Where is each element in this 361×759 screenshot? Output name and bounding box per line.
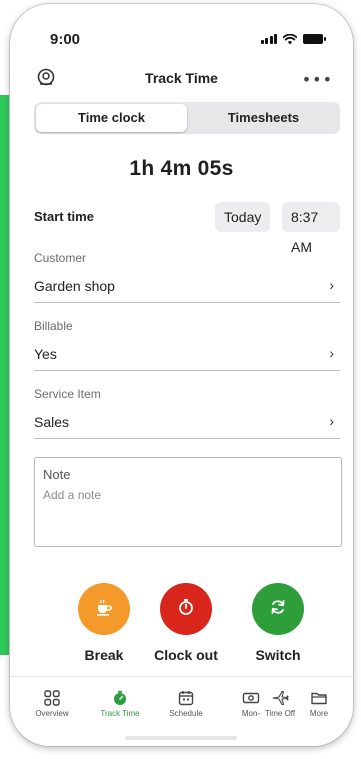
phone-frame: 9:00 Track Time ••• Time clock Timesheet… (10, 4, 353, 746)
tab-schedule-label: Schedule (169, 709, 203, 718)
service-item-field[interactable]: Service Item Sales › (34, 387, 340, 439)
start-time-row: Start time Today 8:37 AM (34, 200, 340, 255)
more-options-button[interactable]: ••• (302, 70, 333, 89)
tab-overview-label: Overview (35, 709, 69, 718)
chevron-right-icon: › (329, 413, 334, 429)
break-button-circle[interactable] (78, 583, 130, 635)
tab-time-off[interactable]: Time Off (262, 687, 298, 718)
service-item-value: Sales (34, 414, 70, 430)
status-time: 9:00 (50, 31, 81, 48)
battery-icon (303, 34, 326, 44)
tab-schedule[interactable]: Schedule (160, 687, 212, 718)
clock-out-button-circle[interactable] (160, 583, 212, 635)
service-item-select[interactable]: Sales › (34, 410, 340, 439)
elapsed-timer: 1h 4m 05s (129, 157, 234, 180)
tab-time-off-label: Time Off (264, 709, 296, 718)
coffee-icon (94, 597, 114, 622)
home-indicator (125, 736, 237, 740)
customer-value: Garden shop (34, 278, 115, 294)
chevron-right-icon: › (329, 345, 334, 361)
billable-value: Yes (34, 346, 57, 362)
customer-label: Customer (34, 251, 87, 265)
tab-more[interactable]: More (300, 687, 338, 718)
note-box: Note (34, 457, 342, 547)
clock-out-label: Clock out (154, 647, 218, 663)
tab-time-clock[interactable]: Time clock (36, 104, 187, 132)
cellular-signal-icon (260, 34, 277, 44)
status-icons (260, 33, 326, 45)
switch-arrows-icon (268, 597, 288, 622)
note-label: Note (43, 467, 71, 482)
calendar-icon (160, 687, 212, 709)
status-bar: 9:00 (10, 4, 353, 64)
switch-button[interactable]: Switch (240, 583, 316, 663)
stopwatch-icon (176, 597, 196, 622)
tab-overview[interactable]: Overview (26, 687, 78, 718)
note-input[interactable] (43, 486, 323, 504)
tab-track-time-label: Track Time (100, 709, 140, 718)
tab-timesheets[interactable]: Timesheets (189, 104, 338, 132)
app-header: Track Time ••• (10, 64, 353, 94)
break-label: Break (84, 647, 124, 663)
folder-icon (300, 687, 338, 709)
billable-field[interactable]: Billable Yes › (34, 319, 340, 371)
billable-label: Billable (34, 319, 73, 333)
tab-track-time[interactable]: Track Time (90, 687, 150, 718)
switch-label: Switch (255, 647, 301, 663)
start-date-picker[interactable]: Today (215, 202, 271, 232)
wifi-icon (283, 33, 297, 45)
tab-more-label: More (309, 709, 329, 718)
airplane-icon (262, 687, 298, 709)
chevron-right-icon: › (329, 277, 334, 293)
view-segmented-control: Time clock Timesheets (34, 102, 340, 134)
grid-icon (26, 687, 78, 709)
break-button[interactable]: Break (66, 583, 142, 663)
switch-button-circle[interactable] (252, 583, 304, 635)
billable-select[interactable]: Yes › (34, 342, 340, 371)
start-time-label: Start time (34, 209, 94, 224)
customer-field[interactable]: Customer Garden shop › (34, 251, 340, 303)
service-item-label: Service Item (34, 387, 101, 401)
stopwatch-icon (90, 687, 150, 709)
clock-out-button[interactable]: Clock out (148, 583, 224, 663)
start-time-picker[interactable]: 8:37 AM (282, 202, 340, 255)
bottom-tab-bar: Overview Track Time Schedule Mon- Time O… (10, 676, 353, 746)
customer-select[interactable]: Garden shop › (34, 274, 340, 303)
